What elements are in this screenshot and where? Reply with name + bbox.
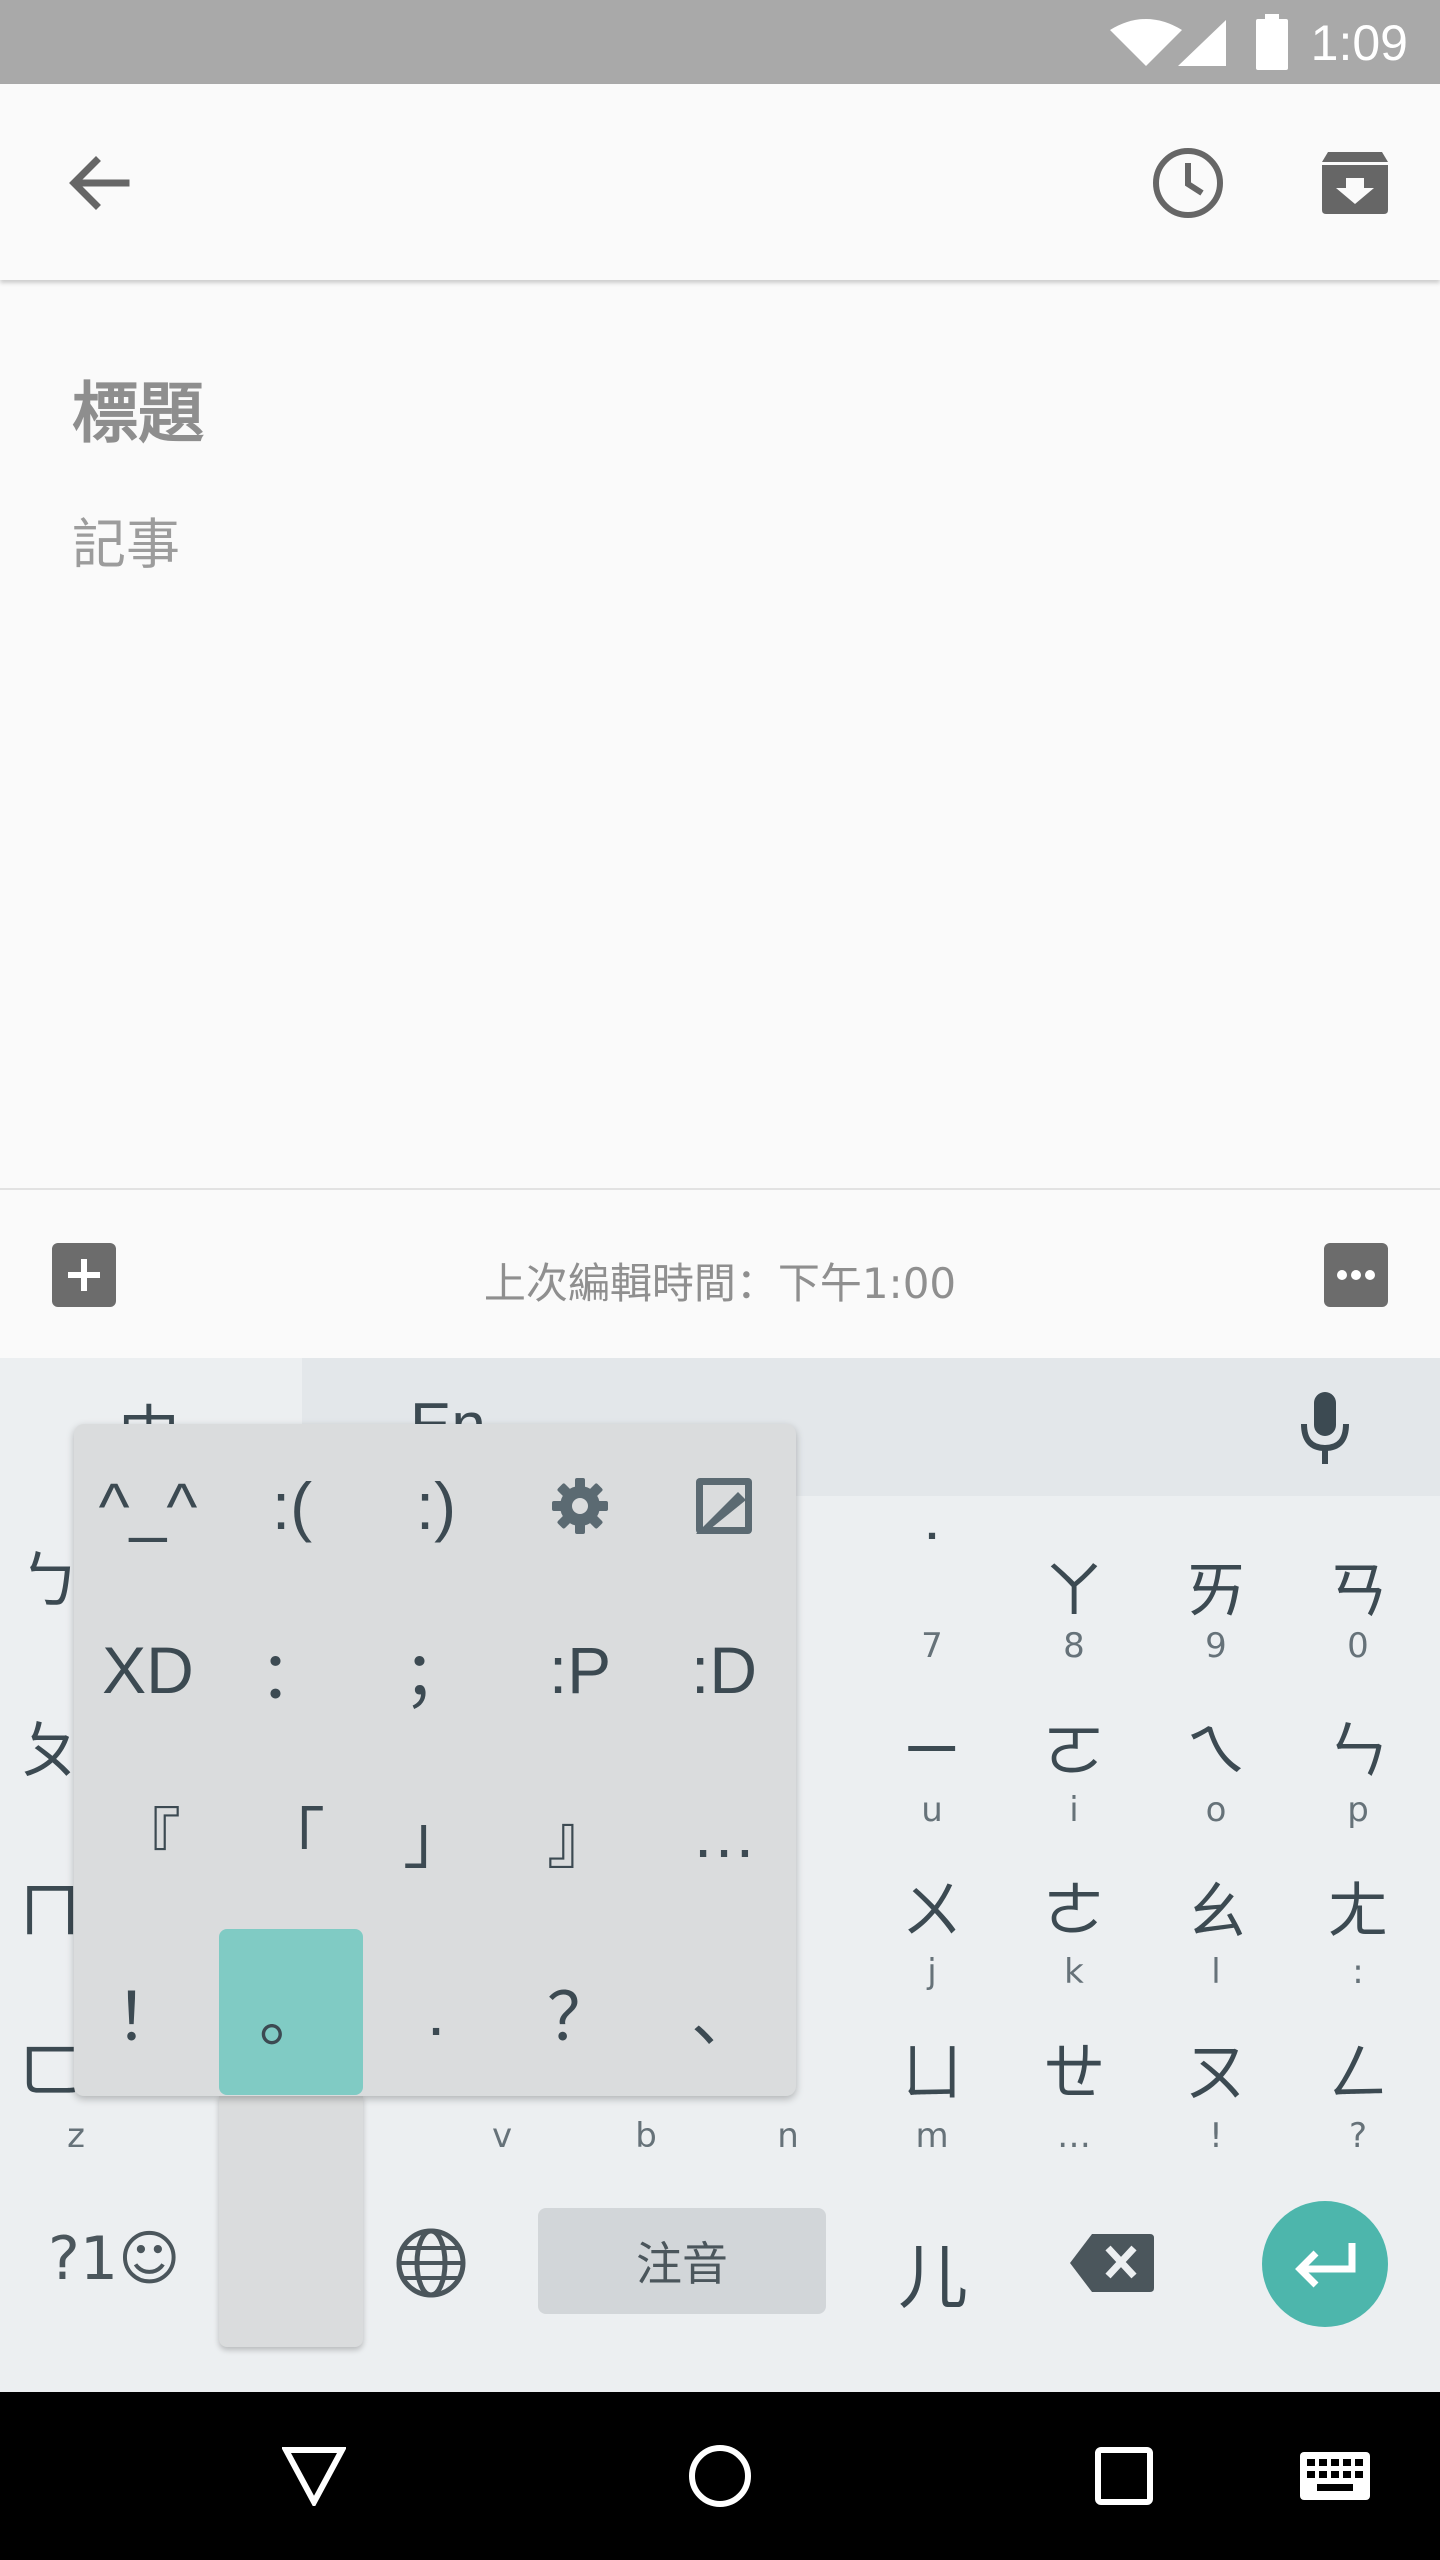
back-button[interactable] — [44, 128, 154, 238]
popup-quote-open[interactable]: 「 — [220, 1752, 364, 1916]
symbols-emoji-key[interactable]: ?1☺ — [48, 2224, 181, 2294]
key-u[interactable]: ㄨ — [862, 1860, 1002, 1950]
hint-8: 8 — [1063, 1626, 1085, 1666]
er-key[interactable]: 儿 — [898, 2222, 968, 2323]
key-ei[interactable]: ㄟ — [1146, 1700, 1286, 1790]
popup-xd[interactable]: XD — [76, 1588, 220, 1752]
popup-double-quote-close[interactable]: 』 — [508, 1752, 652, 1916]
archive-button[interactable] — [1300, 128, 1410, 238]
more-button[interactable] — [1324, 1243, 1388, 1307]
note-toolbar — [0, 84, 1440, 280]
reminder-button[interactable] — [1133, 128, 1243, 238]
popup-tongue[interactable]: :P — [508, 1588, 652, 1752]
last-edited-text: 上次編輯時間：下午1:00 — [483, 1259, 957, 1308]
popup-sad[interactable]: :( — [220, 1424, 364, 1588]
hint-v: v — [491, 2116, 513, 2156]
key-ou[interactable]: ㄡ — [1146, 2022, 1286, 2112]
key-o[interactable]: ㄛ — [1004, 1700, 1144, 1790]
wifi-icon — [1110, 19, 1182, 66]
gear-icon — [552, 1478, 608, 1534]
enter-arrow-icon — [1295, 2243, 1356, 2288]
hint-n: n — [777, 2116, 799, 2156]
note-body-input[interactable]: 記事 — [72, 500, 180, 579]
hint-exclaim: ! — [1209, 2116, 1223, 2156]
signal-icon — [1178, 20, 1226, 66]
symbol-popup: ^_^ :( :) XD ： ； :P :D 『 「 」 』 … — [74, 1424, 796, 2096]
microphone-icon — [1301, 1392, 1349, 1464]
clock-icon — [1153, 148, 1223, 218]
hint-p: p — [1347, 1790, 1369, 1830]
hint-0: 0 — [1347, 1626, 1369, 1666]
key-a[interactable]: ㄚ — [1004, 1540, 1144, 1630]
key-an[interactable]: ㄢ — [1288, 1540, 1428, 1630]
popup-settings[interactable] — [508, 1424, 652, 1588]
hint-z: z — [67, 2116, 85, 2156]
hint-k: k — [1064, 1952, 1084, 1992]
status-time: 1:09 — [1310, 15, 1408, 71]
hint-9: 9 — [1205, 1626, 1227, 1666]
hint-ellipsis: … — [1057, 2116, 1091, 2156]
hint-colon: : — [1352, 1952, 1364, 1992]
title-input[interactable]: 標題 — [72, 360, 204, 456]
globe-icon — [396, 2228, 466, 2298]
key-i[interactable]: ㄧ — [862, 1700, 1002, 1790]
archive-icon — [1322, 152, 1388, 214]
popup-happy[interactable]: :) — [364, 1424, 508, 1588]
backspace-icon — [1070, 2234, 1154, 2292]
key-yu[interactable]: ㄩ — [862, 2022, 1002, 2112]
popup-grin[interactable]: :D — [652, 1588, 796, 1752]
space-key[interactable]: 注音 — [538, 2208, 826, 2314]
key-ai[interactable]: ㄞ — [1146, 1540, 1286, 1630]
key-ang[interactable]: ㄤ — [1288, 1860, 1428, 1950]
key-e[interactable]: ㄜ — [1004, 1860, 1144, 1950]
home-circle-icon[interactable] — [688, 2444, 752, 2508]
hint-j: j — [927, 1952, 937, 1992]
key-tone-light[interactable]: ˙ — [862, 1522, 1002, 1595]
arrow-left-icon — [69, 156, 130, 210]
more-horizontal-icon — [1337, 1270, 1375, 1280]
edit-note-icon — [696, 1478, 752, 1534]
popup-quote-close[interactable]: 」 — [364, 1752, 508, 1916]
key-en[interactable]: ㄣ — [1288, 1700, 1428, 1790]
popup-ellipsis[interactable]: … — [652, 1752, 796, 1916]
voice-input-button[interactable] — [1300, 1390, 1350, 1470]
recents-square-icon[interactable] — [1094, 2446, 1154, 2506]
popup-selected-highlight — [219, 1929, 363, 2095]
hint-b: b — [635, 2116, 657, 2156]
key-eng[interactable]: ㄥ — [1288, 2022, 1428, 2112]
popup-double-quote-open[interactable]: 『 — [76, 1752, 220, 1916]
battery-icon — [1256, 14, 1288, 70]
hint-u: u — [921, 1790, 943, 1830]
enter-key[interactable] — [1262, 2201, 1388, 2327]
popup-smile[interactable]: ^_^ — [76, 1424, 220, 1588]
hint-m: m — [915, 2116, 949, 2156]
hint-l: l — [1211, 1952, 1221, 1992]
backspace-key[interactable] — [1068, 2232, 1154, 2298]
popup-key-stem — [219, 2095, 363, 2347]
status-bar: 1:09 — [0, 0, 1440, 84]
key-eh[interactable]: ㄝ — [1004, 2022, 1144, 2112]
back-triangle-icon[interactable] — [282, 2446, 346, 2506]
keyboard-icon[interactable] — [1298, 2450, 1372, 2502]
language-switch-key[interactable] — [394, 2226, 468, 2304]
navigation-bar — [0, 2392, 1440, 2560]
hint-o: o — [1205, 1790, 1227, 1830]
popup-semicolon[interactable]: ； — [364, 1588, 508, 1752]
popup-colon[interactable]: ： — [220, 1588, 364, 1752]
popup-edit[interactable] — [652, 1424, 796, 1588]
key-ao[interactable]: ㄠ — [1146, 1860, 1286, 1950]
hint-question: ? — [1348, 2116, 1368, 2156]
hint-i: i — [1069, 1790, 1079, 1830]
hint-7: 7 — [921, 1626, 943, 1666]
